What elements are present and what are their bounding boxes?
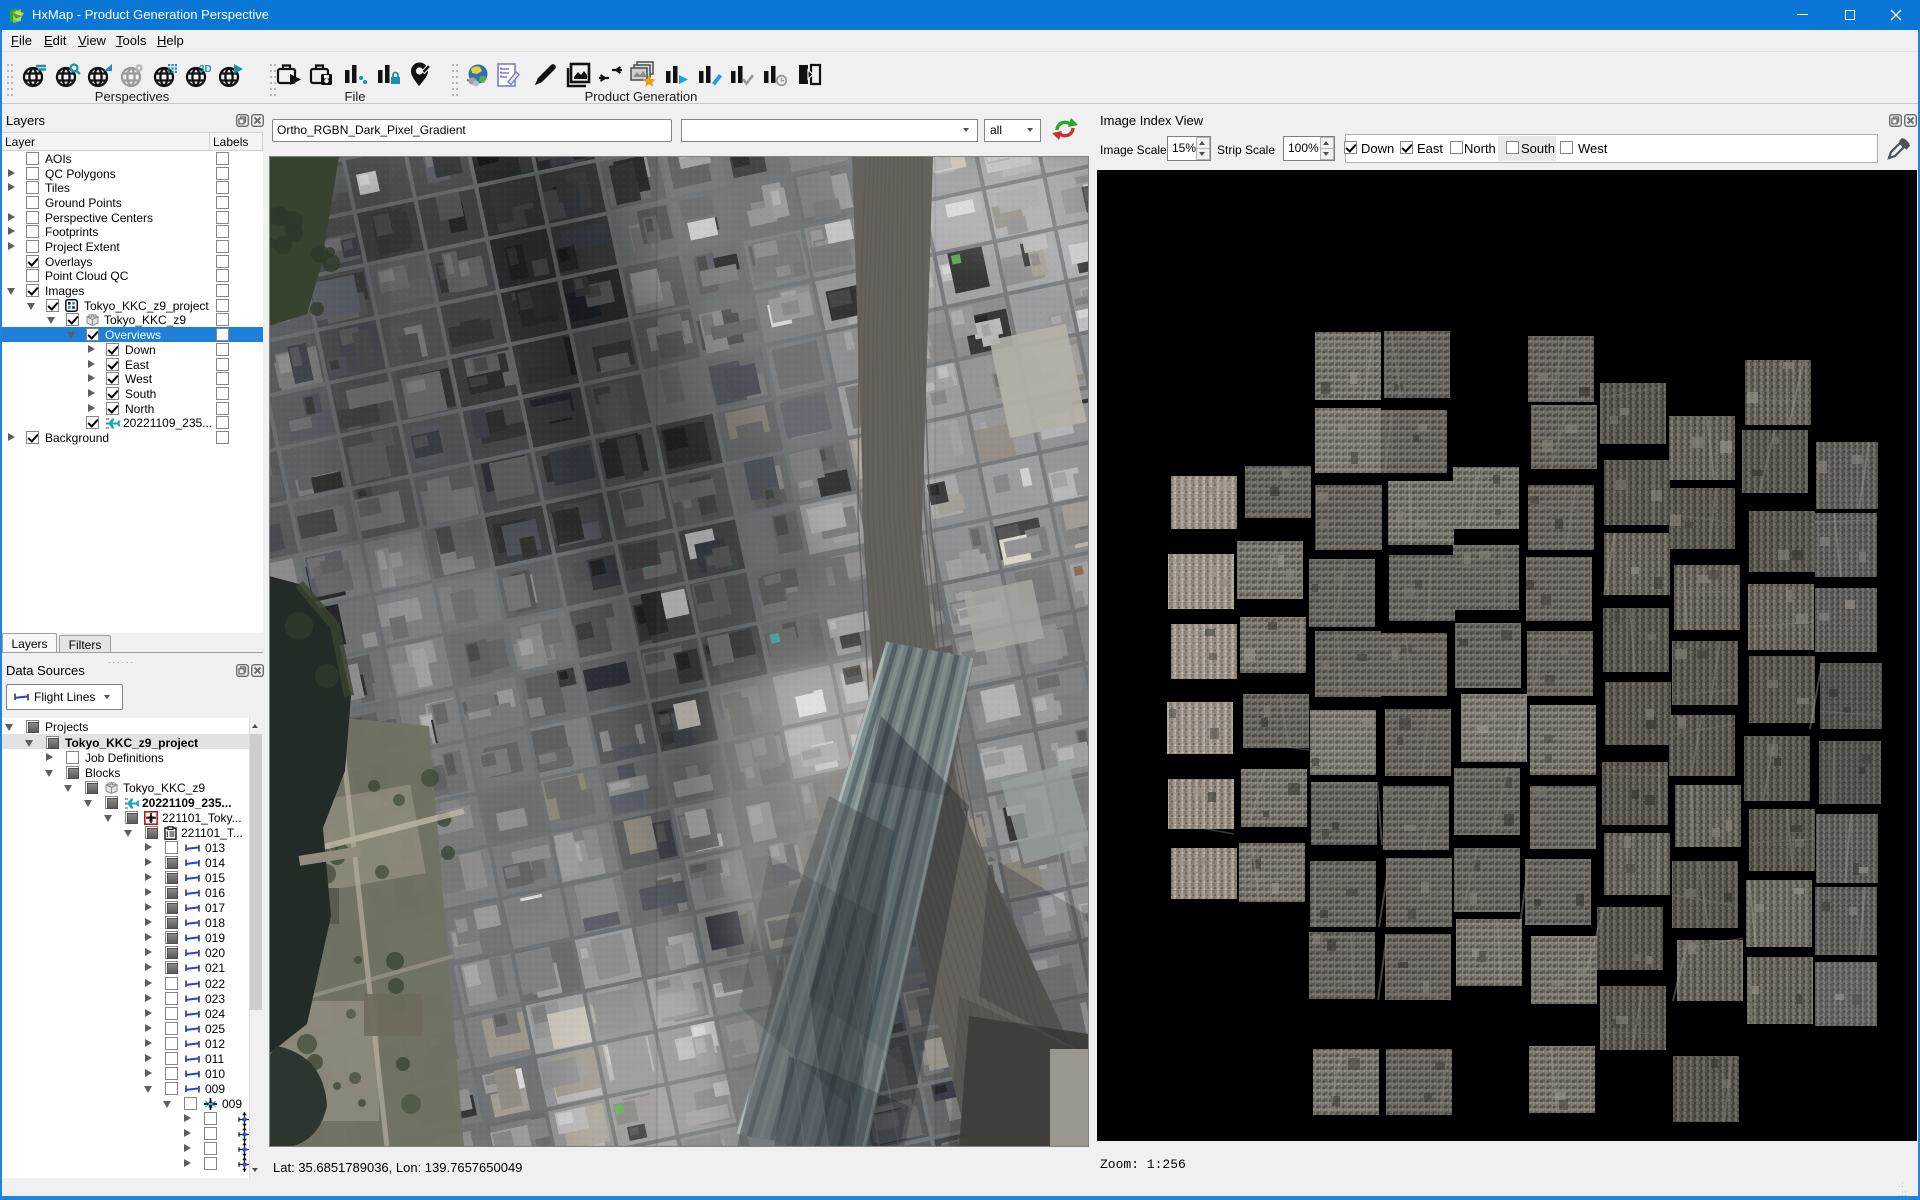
svg-text:3D: 3D xyxy=(199,64,211,75)
